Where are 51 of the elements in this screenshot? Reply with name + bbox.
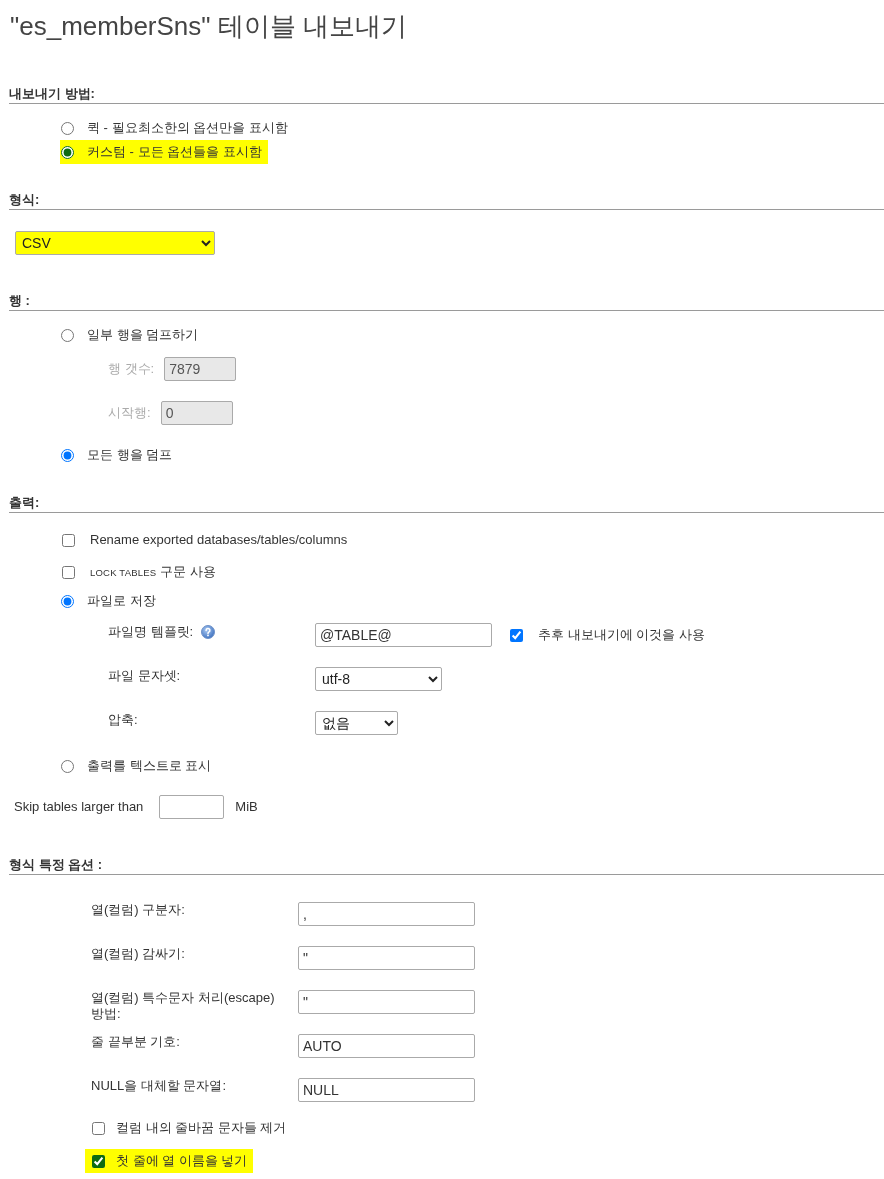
option-label: 퀵 - 필요최소한의 옵션만을 표시함 xyxy=(87,120,288,136)
option-label: NULL을 대체할 문자열: xyxy=(91,1078,227,1094)
checkbox-label: 컬럼 내의 줄바꿈 문자들 제거 xyxy=(116,1120,287,1136)
size-field[interactable] xyxy=(159,795,225,819)
checkbox-label: 추후 내보내기에 이것을 사용 xyxy=(538,627,705,643)
dropdown-select[interactable]: 없음 xyxy=(315,711,398,735)
section-heading: 내보내기 방법: xyxy=(9,86,95,102)
radio-button[interactable] xyxy=(61,759,74,773)
checkbox-label: Rename exported databases/tables/columns xyxy=(90,532,348,548)
option-label: 열(컬럼) 구분자: xyxy=(91,902,185,918)
option-label: 일부 행을 덤프하기 xyxy=(87,327,199,343)
option-label: 커스텀 - 모든 옵션들을 표시함 xyxy=(87,144,262,160)
option-label: 파일로 저장 xyxy=(87,593,156,609)
text-field[interactable]: , xyxy=(298,902,475,926)
field-label: Skip tables larger than xyxy=(14,799,144,815)
unit-label: MiB xyxy=(235,799,258,815)
setting-label: 파일 문자셋: xyxy=(108,668,181,684)
section-heading: 형식: xyxy=(9,192,40,208)
option-label: 출력를 텍스트로 표시 xyxy=(87,758,212,774)
checkbox[interactable] xyxy=(92,1154,105,1168)
text-field[interactable]: NULL xyxy=(298,1078,475,1102)
field-label: 행 갯수: xyxy=(108,361,155,377)
radio-button[interactable] xyxy=(61,594,74,608)
section-heading: 행 : xyxy=(9,293,30,309)
checkbox[interactable] xyxy=(92,1121,105,1135)
checkbox[interactable] xyxy=(62,533,75,547)
section-heading: 형식 특정 옵션 : xyxy=(9,857,103,873)
radio-button[interactable] xyxy=(61,145,74,159)
checkbox[interactable] xyxy=(510,628,523,642)
checkbox-label: LOCK TABLES 구문 사용 xyxy=(90,563,216,581)
option-label: 줄 끝부분 기호: xyxy=(91,1034,180,1050)
text-field[interactable]: AUTO xyxy=(298,1034,475,1058)
filename-template-field[interactable]: @TABLE@ xyxy=(315,623,492,647)
checkbox[interactable] xyxy=(62,565,75,579)
checkbox-label: 첫 줄에 열 이름을 넣기 xyxy=(116,1153,248,1169)
radio-button[interactable] xyxy=(61,328,74,342)
text-field[interactable]: " xyxy=(298,990,475,1014)
help-icon[interactable] xyxy=(201,625,216,639)
option-label: 모든 행을 덤프 xyxy=(87,447,173,463)
text-field[interactable]: " xyxy=(298,946,475,970)
field-label: 시작행: xyxy=(108,405,151,421)
option-label: 열(컬럼) 감싸기: xyxy=(91,946,185,962)
setting-label: 파일명 템플릿: xyxy=(108,624,194,640)
option-label: 열(컬럼) 특수문자 처리(escape) 방법: xyxy=(91,990,276,1022)
page-title: "es_memberSns" 테이블 내보내기 xyxy=(10,10,407,42)
radio-button[interactable] xyxy=(61,448,74,462)
radio-button[interactable] xyxy=(61,121,74,135)
section-heading: 출력: xyxy=(9,495,40,511)
setting-label: 압축: xyxy=(108,712,138,728)
dropdown-select[interactable]: utf-8 xyxy=(315,667,442,691)
format-select[interactable]: CSV xyxy=(15,231,215,255)
